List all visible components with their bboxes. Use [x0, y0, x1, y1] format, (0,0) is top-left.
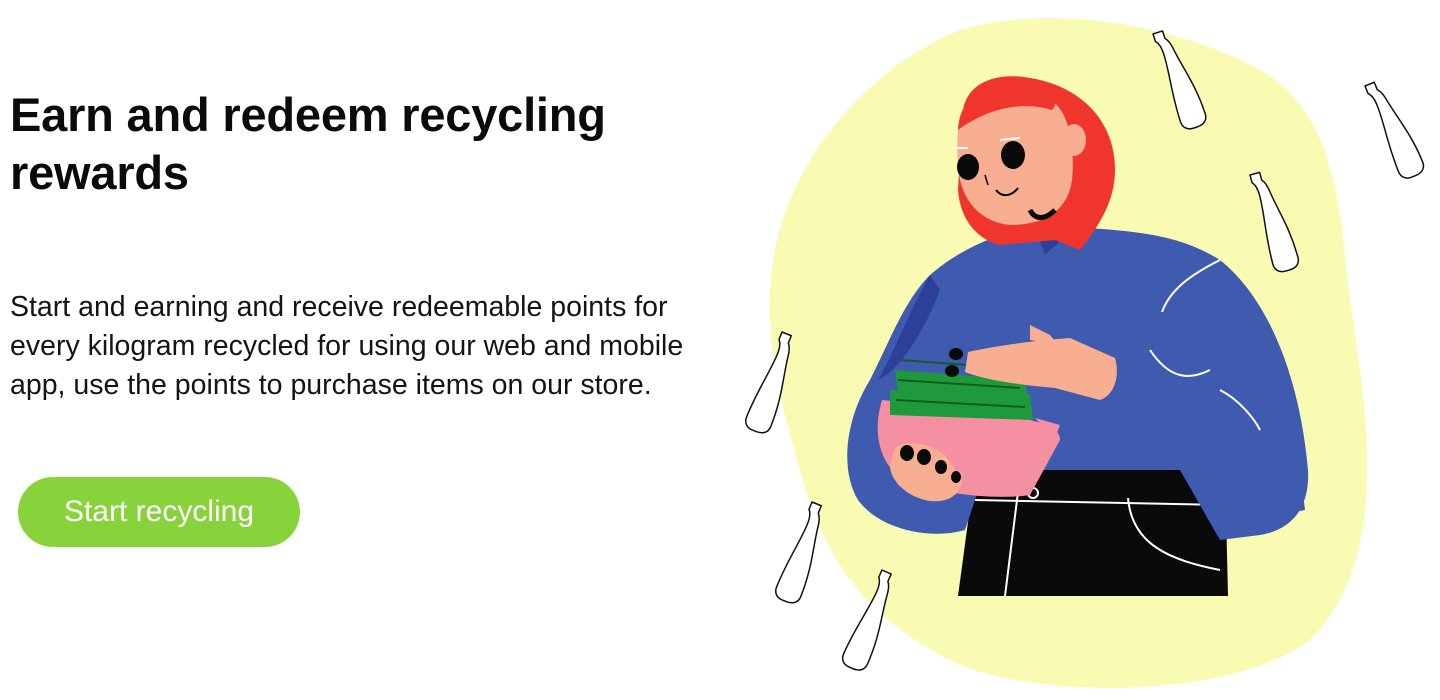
- page: Earn and redeem recycling rewards Start …: [0, 0, 1440, 700]
- start-recycling-button[interactable]: Start recycling: [18, 477, 300, 547]
- hero-description: Start and earning and receive redeemable…: [10, 291, 684, 401]
- recycling-illustration: [700, 0, 1440, 700]
- hero-section: Earn and redeem recycling rewards Start …: [10, 86, 730, 405]
- bottle-icon: [1364, 81, 1425, 179]
- hero-title: Earn and redeem recycling rewards: [10, 88, 606, 199]
